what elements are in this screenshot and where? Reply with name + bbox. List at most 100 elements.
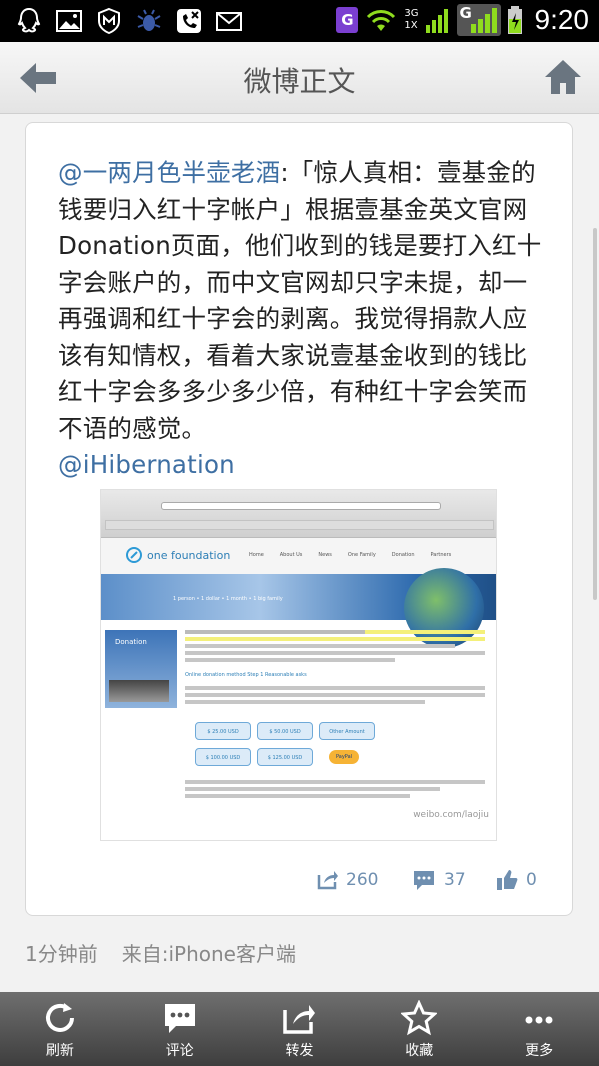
site-banner: 1 person • 1 dollar • 1 month • 1 big fa… bbox=[101, 568, 496, 648]
section-title: Online donation method Step 1 Reasonable… bbox=[185, 672, 307, 678]
bug-icon bbox=[137, 9, 161, 31]
toolbar-label: 收藏 bbox=[405, 1043, 434, 1059]
toolbar-label: 刷新 bbox=[45, 1043, 74, 1059]
home-icon[interactable] bbox=[543, 57, 583, 97]
like-action[interactable]: 0 bbox=[496, 865, 537, 895]
image-watermark: weibo.com/laojiu bbox=[413, 810, 489, 820]
amount-button[interactable]: $ 125.00 USD bbox=[257, 748, 313, 766]
thumbs-up-icon bbox=[497, 870, 518, 890]
wifi-icon bbox=[367, 10, 396, 31]
sidebar-title: Donation bbox=[115, 638, 147, 646]
shield-icon bbox=[98, 7, 120, 35]
sidebar-photo bbox=[109, 680, 169, 702]
toolbar-forward-button[interactable]: 转发 bbox=[240, 992, 360, 1066]
text-line bbox=[185, 686, 485, 690]
amount-button[interactable]: $ 50.00 USD bbox=[257, 722, 313, 740]
text-line bbox=[185, 651, 485, 655]
g-network-indicator: G bbox=[456, 4, 501, 36]
other-amount-button[interactable]: Other Amount bbox=[319, 722, 375, 740]
amount-button[interactable]: $ 100.00 USD bbox=[195, 748, 251, 766]
repost-action[interactable]: 260 bbox=[316, 865, 378, 895]
post-body: @一两月色半壶老酒:「惊人真相：壹基金的钱要归入红十字帐户」根据壹基金英文官网D… bbox=[58, 155, 544, 484]
network-3g-label: 3G bbox=[404, 8, 419, 19]
gallery-icon bbox=[56, 10, 82, 32]
trailing-mention-link[interactable]: @iHibernation bbox=[58, 450, 235, 479]
message-icon bbox=[216, 12, 242, 31]
content-text-lines bbox=[185, 630, 485, 665]
clock: 9:20 bbox=[534, 4, 590, 35]
title-bar: 微博正文 bbox=[0, 42, 599, 114]
site-nav-item[interactable]: News bbox=[318, 552, 332, 558]
highlighted-text-line bbox=[185, 637, 485, 641]
content-text-lines-2 bbox=[185, 686, 485, 707]
app-g-icon: G bbox=[336, 7, 359, 33]
text-line bbox=[185, 787, 440, 791]
comment-action[interactable]: 37 bbox=[412, 865, 466, 895]
amount-button[interactable]: $ 25.00 USD bbox=[195, 722, 251, 740]
refresh-icon bbox=[45, 1003, 74, 1032]
page-title: 微博正文 bbox=[243, 65, 356, 98]
status-indicators: G 3G 1X G 9:20 bbox=[336, 4, 589, 36]
text-line bbox=[185, 780, 485, 784]
more-icon bbox=[525, 1016, 553, 1024]
bottom-toolbar: 刷新 评论 转发 收藏 更多 bbox=[0, 992, 599, 1066]
site-logo-text: one foundation bbox=[147, 548, 231, 562]
highlighted-text-line bbox=[185, 630, 485, 634]
text-line bbox=[185, 658, 395, 662]
toolbar-label: 转发 bbox=[285, 1043, 314, 1059]
toolbar-favorite-button[interactable]: 收藏 bbox=[359, 992, 479, 1066]
post-meta: 1分钟前 来自:iPhone客户端 bbox=[25, 938, 320, 967]
text-line bbox=[185, 794, 410, 798]
site-nav-item[interactable]: Home bbox=[249, 552, 264, 558]
browser-tab-bar bbox=[105, 520, 494, 530]
site-banner-text: 1 person • 1 dollar • 1 month • 1 big fa… bbox=[173, 596, 283, 602]
network-1x-label: 1X bbox=[404, 20, 418, 31]
scrollbar[interactable] bbox=[593, 228, 597, 600]
comment-count: 37 bbox=[444, 870, 466, 890]
post-time: 1分钟前 bbox=[25, 942, 98, 966]
missed-call-icon bbox=[177, 9, 201, 33]
site-content: Online donation method Step 1 Reasonable… bbox=[185, 630, 493, 835]
post-actions: 260 37 0 bbox=[316, 865, 556, 895]
forward-icon bbox=[283, 1005, 316, 1034]
post-text: :「惊人真相：壹基金的钱要归入红十字帐户」根据壹基金英文官网Donation页面… bbox=[58, 158, 542, 443]
text-line bbox=[185, 693, 485, 697]
text-line bbox=[185, 700, 425, 704]
site-sidebar: Donation bbox=[105, 630, 177, 708]
network-type: 3G 1X bbox=[404, 8, 418, 32]
site-nav-item[interactable]: One Family bbox=[348, 552, 376, 558]
site-logo: one foundation bbox=[125, 546, 230, 564]
site-nav-item[interactable]: Donation bbox=[392, 552, 415, 558]
author-mention-link[interactable]: @一两月色半壶老酒 bbox=[58, 158, 280, 187]
text-line bbox=[185, 644, 455, 648]
one-foundation-logo-icon bbox=[126, 547, 142, 563]
toolbar-comment-button[interactable]: 评论 bbox=[120, 992, 240, 1066]
toolbar-more-button[interactable]: 更多 bbox=[479, 992, 599, 1066]
browser-address-bar bbox=[161, 502, 441, 510]
paypal-button[interactable]: PayPal bbox=[329, 750, 359, 764]
share-icon bbox=[317, 871, 338, 890]
comment-icon bbox=[414, 871, 434, 890]
site-nav: Home About Us News One Family Donation P… bbox=[249, 552, 451, 558]
notification-icons bbox=[14, 6, 244, 36]
signal-icon bbox=[425, 9, 448, 33]
repost-count: 260 bbox=[346, 870, 379, 890]
status-bar: G 3G 1X G 9:20 bbox=[0, 0, 599, 42]
toolbar-label: 评论 bbox=[165, 1043, 194, 1059]
toolbar-label: 更多 bbox=[525, 1043, 554, 1059]
weibo-post-screen: G 3G 1X G 9:20 微博正文 @一两月色半壶老酒:「惊人真相：壹基金的… bbox=[0, 0, 599, 1066]
signal-2-icon bbox=[470, 8, 497, 33]
post-source: 来自:iPhone客户端 bbox=[121, 942, 296, 966]
toolbar-refresh-button[interactable]: 刷新 bbox=[0, 992, 120, 1066]
post-image[interactable]: one foundation Home About Us News One Fa… bbox=[100, 489, 497, 841]
content-text-lines-3 bbox=[185, 780, 485, 801]
comment-icon bbox=[164, 1004, 195, 1033]
site-nav-item[interactable]: About Us bbox=[280, 552, 303, 558]
post-card: @一两月色半壶老酒:「惊人真相：壹基金的钱要归入红十字帐户」根据壹基金英文官网D… bbox=[25, 122, 573, 916]
browser-chrome bbox=[101, 490, 496, 538]
site-nav-item[interactable]: Partners bbox=[431, 552, 452, 558]
battery-icon bbox=[507, 6, 522, 34]
like-count: 0 bbox=[526, 870, 537, 890]
star-icon bbox=[401, 1000, 438, 1036]
qq-icon bbox=[17, 7, 41, 33]
